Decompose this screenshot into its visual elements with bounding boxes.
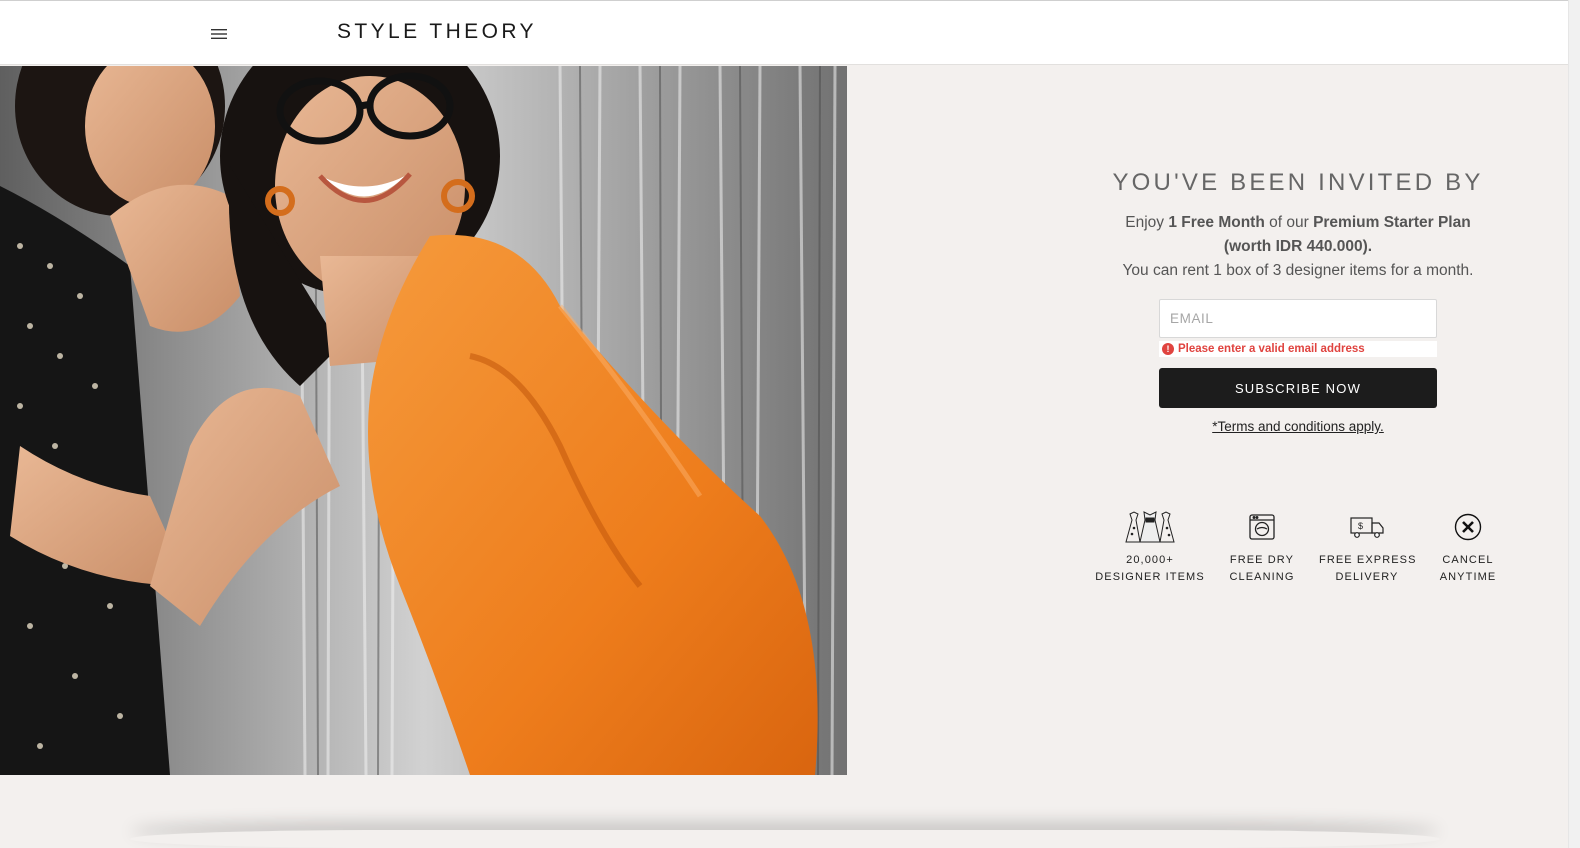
feature-express-delivery: $ FREE EXPRESS DELIVERY	[1319, 508, 1415, 586]
feature-dry-cleaning: FREE DRY CLEANING	[1222, 508, 1302, 586]
brand-logo[interactable]: STYLE THEORY	[337, 20, 537, 44]
hero-image	[0, 66, 847, 775]
feature-dry-cleaning-line2: CLEANING	[1229, 571, 1295, 583]
terms-link[interactable]: *Terms and conditions apply.	[1212, 419, 1384, 434]
offer-text-mid: of our	[1264, 214, 1314, 231]
offer-text-prefix: Enjoy	[1125, 214, 1169, 231]
hamburger-menu-icon[interactable]	[206, 21, 232, 47]
email-error-text: Please enter a valid email address	[1178, 343, 1365, 355]
offer-rental-details: You can rent 1 box of 3 designer items f…	[1122, 262, 1474, 279]
page-scrollbar[interactable]	[1568, 0, 1580, 848]
feature-designer-items: 20,000+ DESIGNER ITEMS	[1095, 508, 1205, 586]
dresses-icon	[1095, 508, 1205, 546]
offer-free-month: 1 Free Month	[1168, 214, 1265, 231]
feature-cancel-anytime-line1: CANCEL	[1442, 554, 1494, 566]
svg-text:$: $	[1358, 521, 1363, 531]
subscribe-form: ! Please enter a valid email address SUB…	[1159, 299, 1437, 408]
offer-description: Enjoy 1 Free Month of our Premium Starte…	[1100, 211, 1496, 283]
subscribe-button[interactable]: SUBSCRIBE NOW	[1159, 368, 1437, 408]
feature-cancel-anytime-line2: ANYTIME	[1439, 571, 1497, 583]
offer-plan-name: Premium Starter Plan	[1313, 214, 1471, 231]
feature-dry-cleaning-line1: FREE DRY	[1229, 554, 1295, 566]
error-icon: !	[1162, 343, 1174, 355]
next-section-edge	[130, 830, 1440, 848]
feature-designer-items-line1: 20,000+	[1126, 554, 1174, 566]
site-header: STYLE THEORY	[0, 1, 1568, 65]
feature-cancel-anytime: CANCEL ANYTIME	[1433, 508, 1503, 586]
offer-plan-worth: (worth IDR 440.000).	[1223, 238, 1373, 255]
invite-headline: YOU'VE BEEN INVITED BY	[1112, 169, 1484, 196]
email-error-message: ! Please enter a valid email address	[1159, 341, 1437, 357]
feature-express-delivery-line1: FREE EXPRESS	[1319, 554, 1417, 566]
features-row: 20,000+ DESIGNER ITEMS FREE DRY CLEANING	[1095, 508, 1505, 588]
washing-machine-icon	[1222, 508, 1302, 546]
cancel-circle-icon	[1433, 508, 1503, 546]
feature-designer-items-line2: DESIGNER ITEMS	[1095, 571, 1205, 583]
feature-express-delivery-line2: DELIVERY	[1335, 571, 1399, 583]
email-field[interactable]	[1159, 299, 1437, 338]
invite-panel: YOU'VE BEEN INVITED BY Enjoy 1 Free Mont…	[1100, 160, 1496, 436]
delivery-truck-icon: $	[1319, 508, 1415, 546]
